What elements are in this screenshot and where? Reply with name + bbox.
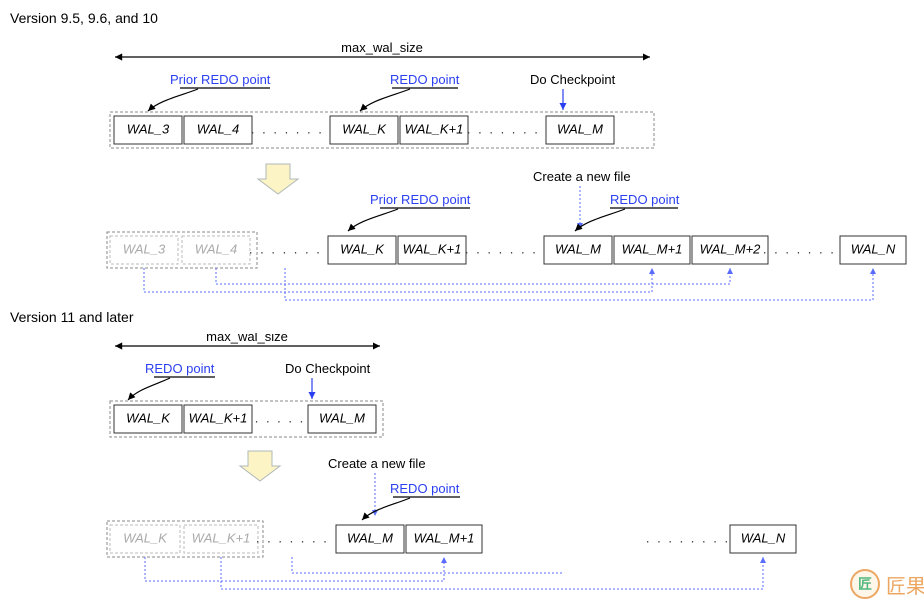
watermark-text: 匠果 — [886, 570, 924, 599]
row1-cell: WAL_K — [342, 121, 387, 136]
flow-arrow-icon — [258, 164, 298, 194]
row1-cell: WAL_4 — [197, 121, 239, 136]
s2-row1-cell: WAL_M — [319, 410, 365, 425]
watermark-logo-icon: 匠 — [850, 569, 880, 599]
dots: . . . . . . . . — [763, 241, 847, 256]
redo-label-3: REDO point — [145, 361, 215, 376]
redo-label-1: REDO point — [390, 72, 460, 87]
dots: . . . . . . . . — [256, 530, 340, 545]
max-wal-size-label: max_wal_size — [341, 40, 423, 55]
dots: . . . . . . . . — [465, 241, 549, 256]
dots: . . . . . . . . — [646, 530, 730, 545]
section1-diagram: max_wal_size Prior REDO point REDO point… — [10, 34, 924, 309]
prior-redo-label-1: Prior REDO point — [170, 72, 271, 87]
s2-row1-cell: WAL_K — [126, 410, 171, 425]
row2-cell: WAL_N — [851, 241, 896, 256]
do-checkpoint-2: Do Checkpoint — [285, 361, 371, 376]
row1-cell: WAL_3 — [127, 121, 170, 136]
dots: . . . . . . . . — [251, 121, 335, 136]
section2-diagram: max_wal_size REDO point Do Checkpoint WA… — [10, 333, 924, 603]
prior-redo-label-2: Prior REDO point — [370, 192, 471, 207]
redo-label-4: REDO point — [390, 481, 460, 496]
section2-title: Version 11 and later — [10, 309, 924, 325]
row2-ghost: WAL_4 — [195, 241, 237, 256]
row2-cell: WAL_K — [340, 241, 385, 256]
row2-ghost: WAL_3 — [123, 241, 166, 256]
s2-row2-cell: WAL_M+1 — [414, 530, 475, 545]
s2-row2-cell: WAL_M — [347, 530, 393, 545]
s2-row1-cell: WAL_K+1 — [189, 410, 248, 425]
row2-cell: WAL_K+1 — [403, 241, 462, 256]
create-new-file-1: Create a new file — [533, 169, 631, 184]
row2-cell: WAL_M+2 — [700, 241, 762, 256]
flow-arrow-icon — [240, 451, 280, 481]
create-new-file-2: Create a new file — [328, 456, 426, 471]
redo-label-2: REDO point — [610, 192, 680, 207]
s2-row2-ghost: WAL_K — [123, 530, 168, 545]
do-checkpoint-1: Do Checkpoint — [530, 72, 616, 87]
s2-row2-cell: WAL_N — [741, 530, 786, 545]
dots: . . . . . . . . — [467, 121, 551, 136]
row1-cell: WAL_K+1 — [405, 121, 464, 136]
row2-cell: WAL_M+1 — [622, 241, 683, 256]
s2-row2-ghost: WAL_K+1 — [192, 530, 251, 545]
row2-cell: WAL_M — [555, 241, 601, 256]
max-wal-size-label-2: max_wal_size — [206, 333, 288, 344]
dots: . . . . . . . . — [249, 241, 333, 256]
watermark: 匠 匠果 — [850, 569, 924, 599]
row1-cell: WAL_M — [557, 121, 603, 136]
dots: . . . . . . . — [244, 410, 317, 425]
section1-title: Version 9.5, 9.6, and 10 — [10, 10, 924, 26]
